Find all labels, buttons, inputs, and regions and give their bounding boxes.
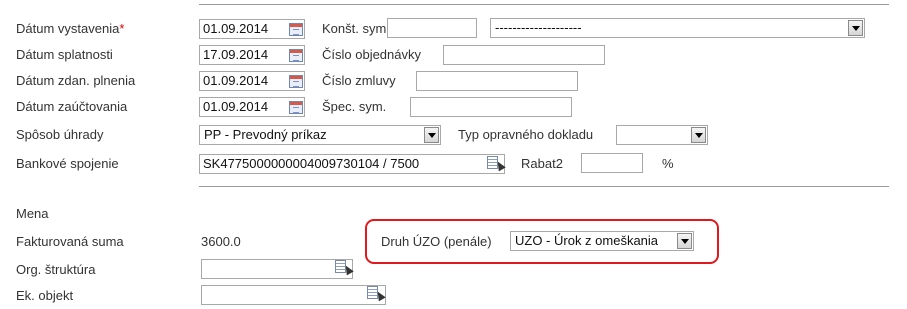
rabat-label: Rabat2 bbox=[521, 156, 563, 171]
mena-label: Mena bbox=[16, 206, 49, 221]
dropdown-arrow-icon[interactable] bbox=[691, 127, 706, 143]
ek-objekt-input[interactable] bbox=[201, 285, 386, 305]
cislo-zmluvy-input[interactable] bbox=[416, 71, 578, 91]
lookup-icon[interactable] bbox=[366, 286, 386, 302]
spec-sym-input[interactable] bbox=[410, 97, 572, 117]
rabat-input[interactable] bbox=[581, 153, 643, 173]
dropdown-arrow-icon[interactable] bbox=[677, 233, 692, 249]
druh-uzo-value: UZO - Úrok z omeškania bbox=[515, 233, 659, 248]
druh-uzo-select[interactable]: UZO - Úrok z omeškania bbox=[510, 231, 694, 251]
druh-uzo-label: Druh ÚZO (penále) bbox=[381, 234, 492, 249]
calendar-icon[interactable] bbox=[289, 101, 303, 114]
section-divider bbox=[199, 186, 889, 187]
typ-opr-select[interactable] bbox=[616, 125, 708, 145]
percent-label: % bbox=[662, 156, 674, 171]
bankove-spojenie-input[interactable]: SK4775000000004009730104 / 7500 bbox=[199, 154, 505, 174]
org-struktura-input[interactable] bbox=[201, 259, 353, 279]
datum-vystavenia-label: Dátum vystavenia* bbox=[16, 21, 125, 36]
datum-zauct-label: Dátum zaúčtovania bbox=[16, 99, 128, 114]
konst-sym-select-value: -------------------- bbox=[495, 20, 582, 35]
konst-sym-label: Konšt. sym. bbox=[322, 21, 390, 36]
dropdown-arrow-icon[interactable] bbox=[848, 20, 863, 36]
required-marker: * bbox=[119, 21, 125, 36]
konst-sym-select[interactable]: -------------------- bbox=[490, 18, 865, 38]
sposob-uhrady-value: PP - Prevodný príkaz bbox=[204, 127, 327, 142]
calendar-icon[interactable] bbox=[289, 75, 303, 88]
sposob-uhrady-select[interactable]: PP - Prevodný príkaz bbox=[199, 125, 441, 145]
lookup-icon[interactable] bbox=[486, 156, 506, 172]
cislo-objednavky-label: Číslo objednávky bbox=[322, 47, 421, 62]
typ-opr-label: Typ opravného dokladu bbox=[458, 127, 594, 142]
calendar-icon[interactable] bbox=[289, 49, 303, 62]
calendar-icon[interactable] bbox=[289, 23, 303, 36]
konst-sym-input[interactable] bbox=[387, 18, 477, 38]
datum-zdan-label: Dátum zdan. plnenia bbox=[16, 73, 136, 88]
lookup-icon[interactable] bbox=[334, 260, 354, 276]
bankove-spojenie-label: Bankové spojenie bbox=[16, 156, 119, 171]
top-divider bbox=[199, 4, 889, 5]
ek-objekt-label: Ek. objekt bbox=[16, 288, 74, 303]
spec-sym-label: Špec. sym. bbox=[322, 99, 387, 114]
org-struktura-label: Org. štruktúra bbox=[16, 262, 96, 277]
fakturovana-suma-label: Fakturovaná suma bbox=[16, 234, 124, 249]
cislo-objednavky-input[interactable] bbox=[443, 45, 605, 65]
datum-splatnosti-label: Dátum splatnosti bbox=[16, 47, 113, 62]
dropdown-arrow-icon[interactable] bbox=[424, 127, 439, 143]
fakturovana-suma-value: 3600.0 bbox=[201, 234, 241, 249]
sposob-uhrady-label: Spôsob úhrady bbox=[16, 127, 104, 142]
cislo-zmluvy-label: Číslo zmluvy bbox=[322, 73, 396, 88]
